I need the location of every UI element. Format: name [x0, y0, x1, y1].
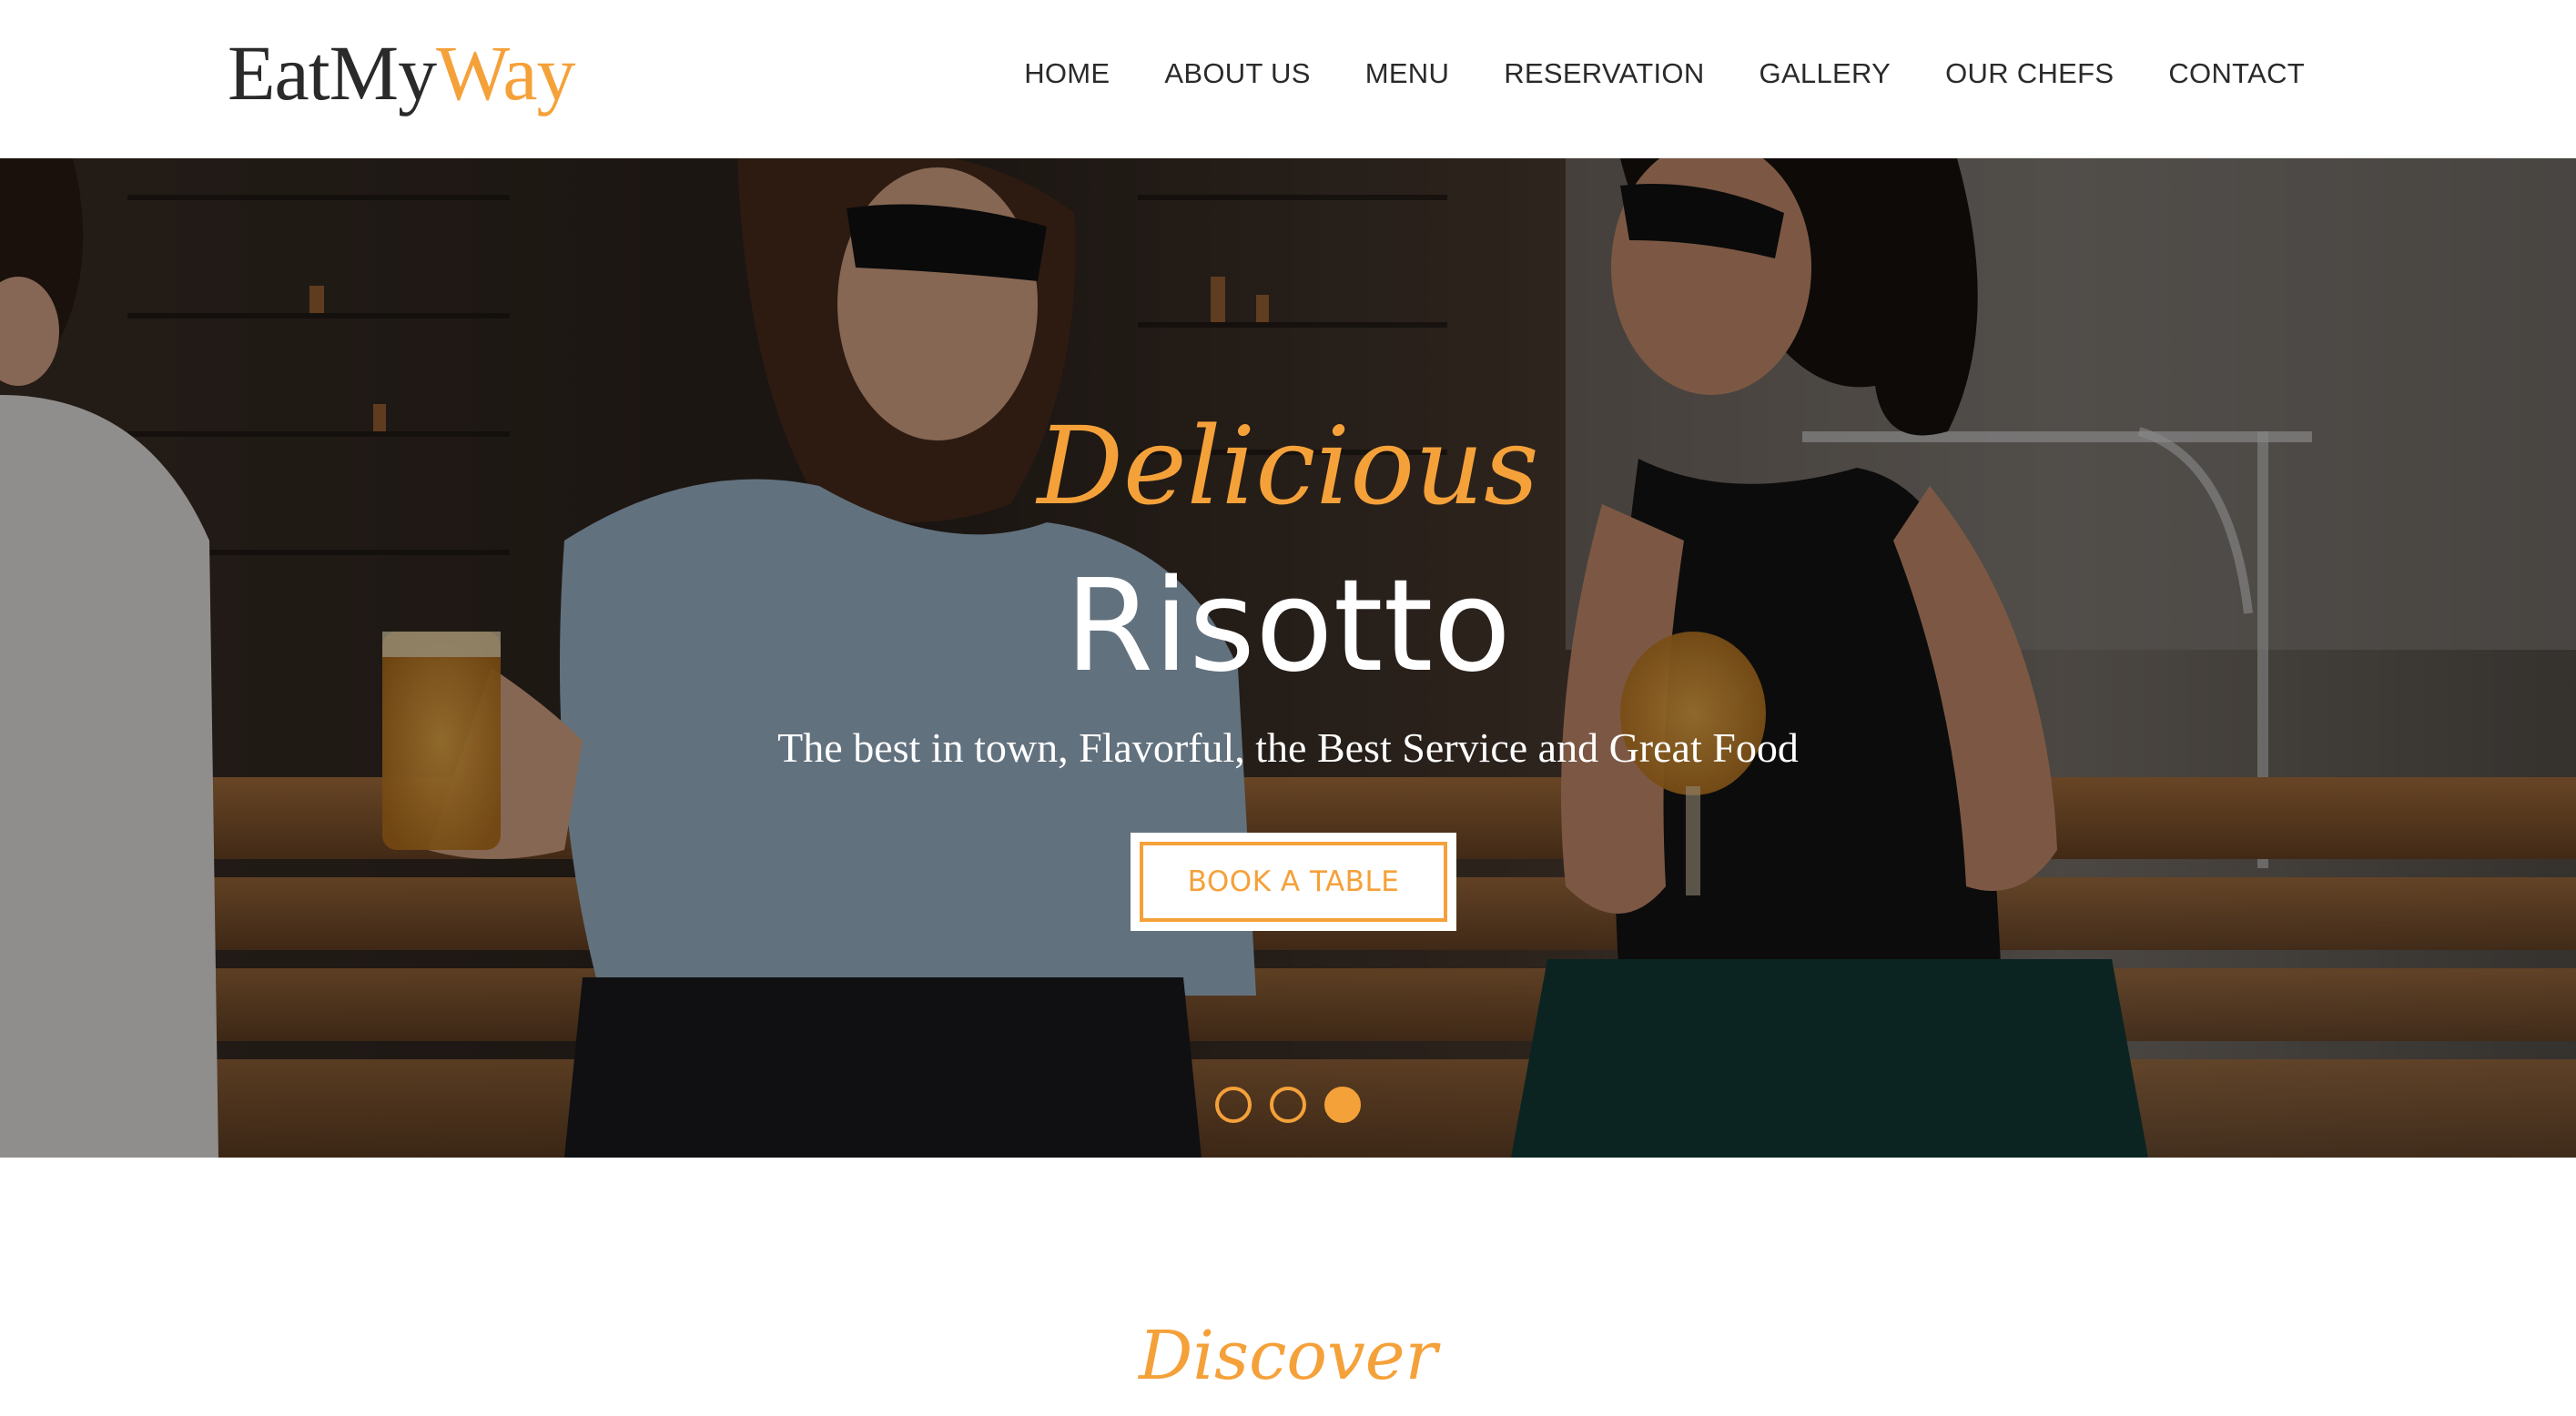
nav-item-reservation[interactable]: RESERVATION [1504, 57, 1704, 90]
nav-item-about-us[interactable]: ABOUT US [1164, 57, 1310, 90]
hero-slider: Delicious Risotto The best in town, Flav… [0, 158, 2576, 1158]
book-a-table-label: BOOK A TABLE [1140, 842, 1447, 922]
slider-dot-2[interactable] [1270, 1087, 1306, 1123]
discover-heading: Discover [1139, 1317, 1437, 1395]
hero-content: Delicious Risotto The best in town, Flav… [0, 158, 2576, 1158]
hero-script-heading: Delicious [1037, 403, 1539, 529]
slider-dot-1[interactable] [1215, 1087, 1252, 1123]
slider-dot-3[interactable] [1324, 1087, 1361, 1123]
nav-item-our-chefs[interactable]: OUR CHEFS [1945, 57, 2114, 90]
hero-subtitle: The best in town, Flavorful, the Best Se… [777, 724, 1799, 771]
brand-logo-part2: Way [436, 29, 575, 116]
site-header: EatMyWay HOME ABOUT US MENU RESERVATION … [0, 0, 2576, 158]
slider-pagination [0, 1087, 2576, 1123]
main-nav: HOME ABOUT US MENU RESERVATION GALLERY O… [969, 51, 2305, 96]
brand-logo[interactable]: EatMyWay [228, 27, 576, 118]
nav-item-contact[interactable]: CONTACT [2168, 57, 2305, 90]
hero-title: Risotto [1064, 552, 1512, 701]
nav-item-gallery[interactable]: GALLERY [1760, 57, 1891, 90]
book-a-table-button[interactable]: BOOK A TABLE [1131, 833, 1456, 931]
nav-item-home[interactable]: HOME [1024, 57, 1110, 90]
brand-logo-part1: EatMy [228, 29, 437, 116]
nav-item-menu[interactable]: MENU [1365, 57, 1449, 90]
